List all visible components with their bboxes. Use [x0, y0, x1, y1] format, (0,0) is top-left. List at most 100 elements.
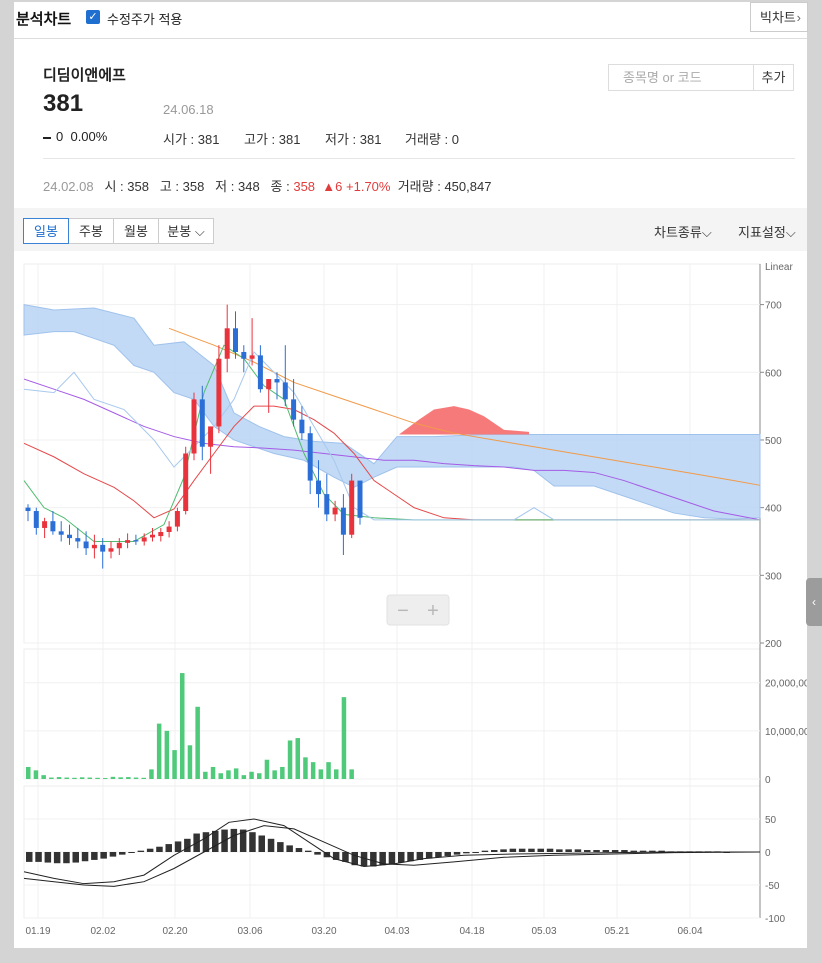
- stock-search-input[interactable]: 종목명 or 코드: [608, 64, 754, 91]
- volume-bar: [41, 775, 46, 779]
- analysis-chart-panel: 분석차트 ✓ 수정주가 적용 빅차트 › 디딤이앤에프 381 24.06.18 …: [14, 2, 808, 948]
- macd-bar: [26, 852, 33, 862]
- macd-bar: [407, 852, 414, 862]
- macd-bar: [72, 852, 79, 863]
- volume-bar: [103, 778, 108, 779]
- detail-change-pct: +1.70%: [346, 179, 391, 194]
- stock-chart[interactable]: 01.19 02.02 02.20 03.06 03.20 04.03 04.18 05.03…: [14, 251, 807, 948]
- macd-bar: [258, 835, 265, 852]
- macd-bar: [184, 838, 191, 852]
- volume-tick-label: 20,000,000: [765, 679, 807, 690]
- volume-bar: [79, 777, 85, 779]
- price-tick-label: 400: [765, 504, 782, 515]
- macd-bar: [630, 850, 637, 852]
- macd-bar: [491, 850, 498, 852]
- volume-bar: [187, 745, 193, 779]
- volume-bar: [133, 777, 139, 779]
- macd-bar: [295, 848, 303, 852]
- candle-body: [349, 480, 355, 535]
- macd-bar: [267, 838, 275, 852]
- candle-body: [324, 494, 330, 515]
- macd-bar: [528, 848, 535, 852]
- x-tick-label: 05.21: [604, 926, 629, 937]
- candle-body: [257, 355, 263, 390]
- detail-open: 358: [127, 179, 149, 194]
- candle-body: [249, 355, 255, 359]
- candle-body: [42, 521, 48, 528]
- candle-body: [141, 537, 147, 542]
- volume-bar: [280, 766, 285, 779]
- macd-bar: [518, 848, 526, 852]
- macd-bar: [593, 850, 600, 852]
- add-stock-button[interactable]: 추가: [754, 64, 794, 91]
- macd-bar: [565, 849, 572, 852]
- volume-bar: [141, 777, 146, 779]
- candle-body: [282, 382, 288, 400]
- flat-icon: [43, 136, 51, 139]
- volume-bar: [180, 673, 185, 779]
- macd-bar: [556, 849, 563, 852]
- volume-bar: [87, 777, 93, 779]
- detail-high: 358: [182, 179, 205, 194]
- big-chart-button[interactable]: 빅차트 ›: [750, 2, 808, 32]
- volume-bar: [126, 777, 131, 779]
- macd-bar: [249, 832, 256, 852]
- candle-body: [299, 419, 305, 434]
- candle-body: [50, 521, 56, 532]
- candle-body: [108, 548, 114, 552]
- macd-bar: [463, 852, 470, 854]
- macd-bar: [81, 852, 89, 862]
- high-price: 고가 : 381: [244, 132, 301, 147]
- candle-body: [340, 507, 346, 535]
- macd-bar: [509, 848, 517, 852]
- candle-body: [241, 351, 247, 359]
- volume: 거래량 : 0: [405, 132, 459, 147]
- adjusted-price-checkbox[interactable]: ✓: [86, 10, 100, 24]
- scale-label: Linear: [765, 262, 793, 273]
- x-tick-label: 02.20: [162, 926, 187, 937]
- macd-bar: [119, 852, 126, 855]
- current-price: 381: [43, 90, 84, 117]
- x-tick-label: 04.18: [459, 926, 484, 937]
- volume-bar: [257, 773, 262, 779]
- candle-body: [316, 480, 321, 495]
- macd-bar: [35, 852, 42, 862]
- candle-body: [133, 540, 139, 542]
- macd-bar: [584, 850, 591, 852]
- candle-body: [100, 544, 106, 552]
- adjusted-price-label[interactable]: 수정주가 적용: [107, 9, 182, 28]
- volume-bar: [118, 777, 123, 779]
- panel-title: 분석차트: [16, 11, 72, 28]
- macd-bar: [63, 852, 70, 864]
- candle-body: [224, 328, 230, 359]
- collapse-panel-handle[interactable]: ‹: [806, 578, 822, 626]
- volume-bar: [249, 771, 254, 779]
- indicator-settings-menu[interactable]: 지표설정⌵: [738, 222, 796, 241]
- volume-bar: [295, 738, 300, 779]
- tab-monthly[interactable]: 월봉: [113, 218, 159, 244]
- candle-body: [191, 399, 197, 454]
- candle-body: [208, 426, 214, 447]
- macd-bar: [53, 852, 61, 864]
- candle-body: [183, 453, 189, 512]
- tab-minute[interactable]: 분봉 ⌵: [158, 218, 214, 244]
- chevron-down-icon: ⌵: [194, 224, 205, 239]
- volume-bar: [334, 769, 339, 779]
- candle-body: [357, 480, 363, 518]
- tab-daily[interactable]: 일봉: [23, 218, 69, 244]
- change-pct: 0.00%: [70, 129, 108, 144]
- macd-bar: [91, 852, 98, 860]
- volume-bar: [26, 766, 31, 779]
- top-bar: 분석차트 ✓ 수정주가 적용 빅차트 ›: [14, 2, 808, 39]
- chart-type-menu[interactable]: 차트종류⌵: [654, 222, 712, 241]
- detail-change: ▲6: [322, 179, 343, 194]
- detail-low: 348: [237, 179, 260, 194]
- price-tick-label: 600: [765, 368, 782, 379]
- macd-bar: [444, 852, 451, 856]
- tab-weekly[interactable]: 주봉: [68, 218, 114, 244]
- volume-bar: [264, 759, 270, 779]
- zoom-in-button: +: [427, 600, 439, 622]
- macd-bar: [202, 832, 210, 852]
- candle-body: [75, 538, 81, 542]
- volume-bar: [56, 777, 62, 779]
